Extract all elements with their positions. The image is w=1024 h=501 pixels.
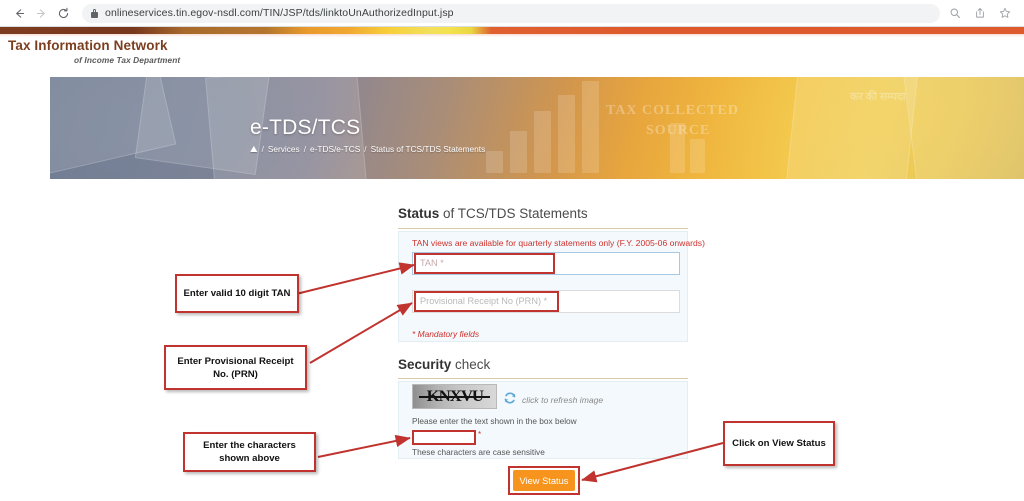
security-section-heading: Security check	[398, 357, 490, 372]
anno-tan-label: Enter valid 10 digit TAN	[183, 288, 291, 299]
hero-decoration-chart-bar	[534, 111, 551, 173]
breadcrumb: ⛰ / Services / e-TDS/e-TCS / Status of T…	[250, 144, 485, 154]
anno-button-label: Click on View Status	[732, 438, 826, 449]
breadcrumb-separator: /	[303, 144, 307, 154]
anno-captcha-label: Enter the characters shown above	[203, 440, 296, 464]
back-arrow-icon[interactable]	[8, 2, 30, 24]
search-icon[interactable]	[948, 6, 962, 20]
status-heading-strong: Status	[398, 206, 440, 221]
page-root: onlineservices.tin.egov-nsdl.com/TIN/JSP…	[0, 0, 1024, 501]
arrow-tan	[295, 262, 415, 295]
hero-watermark-text: TAX COLLECTED	[606, 103, 739, 118]
url-text: onlineservices.tin.egov-nsdl.com/TIN/JSP…	[105, 7, 454, 19]
brand-color-strip	[0, 27, 1024, 34]
hero-decoration-chart-bar	[510, 131, 527, 173]
hero-decoration-chart-bar	[690, 139, 705, 173]
security-heading-rule	[398, 378, 688, 379]
browser-toolbar: onlineservices.tin.egov-nsdl.com/TIN/JSP…	[0, 0, 1024, 26]
status-heading-rule	[398, 228, 688, 229]
prn-input[interactable]: Provisional Receipt No (PRN) *	[412, 290, 680, 313]
tan-input-placeholder: TAN *	[420, 257, 444, 268]
arrow-captcha	[317, 434, 411, 458]
reload-icon[interactable]	[52, 2, 74, 24]
refresh-image-label[interactable]: click to refresh image	[522, 395, 603, 405]
breadcrumb-item-services[interactable]: Services	[268, 144, 300, 154]
captcha-required-mark: *	[478, 430, 482, 439]
hero-watermark-text: SOURCE	[646, 123, 711, 138]
security-heading-rest: check	[451, 357, 491, 372]
mandatory-fields-note: * Mandatory fields	[412, 329, 480, 339]
captcha-case-note: These characters are case sensitive	[412, 447, 545, 457]
anno-button: Click on View Status	[723, 421, 835, 466]
breadcrumb-item-etds-etcs[interactable]: e-TDS/e-TCS	[310, 144, 360, 154]
hero-decoration-document	[902, 77, 1024, 179]
anno-prn-label: Enter Provisional Receipt No. (PRN)	[177, 355, 294, 380]
tan-availability-notice: TAN views are available for quarterly st…	[412, 238, 705, 248]
lock-icon	[91, 8, 98, 18]
site-logo-title: Tax Information Network	[8, 38, 168, 53]
home-icon[interactable]: ⛰	[250, 144, 258, 154]
breadcrumb-separator: /	[261, 144, 264, 154]
tan-input[interactable]: TAN *	[412, 252, 680, 275]
hero-decoration-chart-bar	[486, 151, 503, 173]
refresh-icon[interactable]	[503, 391, 517, 405]
breadcrumb-separator: /	[364, 144, 367, 154]
page-title: e-TDS/TCS	[250, 116, 361, 139]
captcha-strike-line	[419, 396, 490, 398]
hero-banner: TAX COLLECTED SOURCE कर की सम्पदा e-TDS/…	[50, 77, 1024, 179]
prn-input-placeholder: Provisional Receipt No (PRN) *	[420, 295, 548, 306]
arrow-prn	[309, 302, 413, 364]
captcha-input[interactable]	[412, 430, 475, 445]
security-heading-strong: Security	[398, 357, 452, 372]
hero-watermark-hindi-text: कर की सम्पदा	[850, 91, 906, 103]
captcha-instruction: Please enter the text shown in the box b…	[412, 416, 577, 426]
address-bar[interactable]: onlineservices.tin.egov-nsdl.com/TIN/JSP…	[82, 3, 940, 23]
brand-strip-shadow	[0, 34, 1024, 37]
share-icon[interactable]	[973, 6, 987, 20]
anno-captcha: Enter the characters shown above	[183, 432, 316, 472]
site-logo[interactable]: Tax Information Network of Income Tax De…	[8, 38, 288, 66]
hero-decoration-chart-bar	[558, 95, 575, 173]
hero-decoration-chart-bar	[582, 81, 599, 173]
anno-prn: Enter Provisional Receipt No. (PRN)	[164, 345, 307, 390]
status-heading-rest: of TCS/TDS Statements	[439, 206, 588, 221]
anno-tan: Enter valid 10 digit TAN	[175, 274, 299, 313]
status-section-heading: Status of TCS/TDS Statements	[398, 206, 588, 221]
star-icon[interactable]	[998, 6, 1012, 20]
browser-action-icons	[948, 6, 1012, 20]
breadcrumb-item-current: Status of TCS/TDS Statements	[370, 144, 486, 154]
forward-arrow-icon[interactable]	[30, 2, 52, 24]
captcha-image: KNXVU	[412, 384, 497, 409]
view-status-button[interactable]: View Status	[513, 470, 575, 491]
site-logo-subtitle: of Income Tax Department	[74, 55, 181, 65]
